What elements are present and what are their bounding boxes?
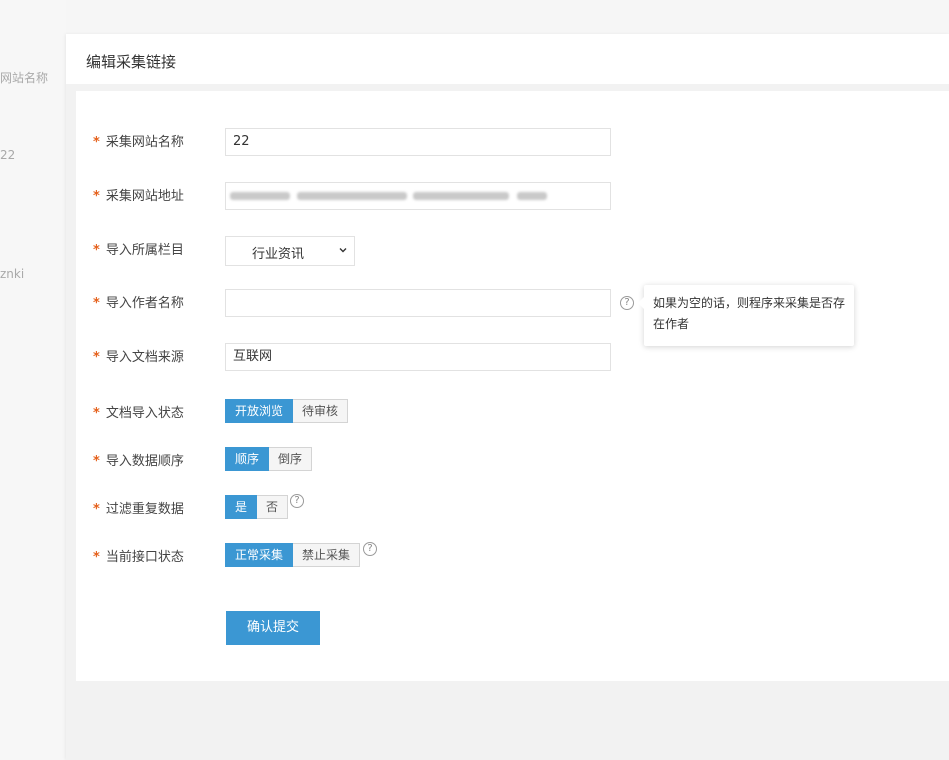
doc-status-open-button[interactable]: 开放浏览 [225, 399, 294, 423]
doc-status-label-text: 文档导入状态 [105, 406, 184, 421]
source-label-text: 导入文档来源 [105, 350, 184, 365]
source-label: * 导入文档来源 [93, 346, 184, 365]
help-icon[interactable]: ? [290, 494, 304, 508]
edit-form: * 采集网站名称 22 * 采集网站地址 * 导入所属栏目 行业资讯 * 导入作… [76, 91, 949, 681]
order-label-text: 导入数据顺序 [105, 454, 184, 469]
panel-title: 编辑采集链接 [86, 53, 177, 71]
required-mark: * [93, 189, 100, 204]
background-page: 网站名称 22 znki [0, 0, 66, 760]
required-mark: * [93, 350, 100, 365]
required-mark: * [93, 296, 100, 311]
chevron-down-icon [339, 248, 347, 253]
dedupe-label: * 过滤重复数据 [93, 498, 184, 517]
site-name-label: * 采集网站名称 [93, 131, 184, 150]
site-url-label-text: 采集网站地址 [105, 189, 184, 204]
category-select[interactable]: 行业资讯 [225, 236, 355, 266]
dedupe-toggle: 是 否 [225, 495, 289, 519]
order-asc-button[interactable]: 顺序 [225, 447, 270, 471]
doc-status-toggle: 开放浏览 待审核 [225, 399, 349, 423]
dedupe-label-text: 过滤重复数据 [105, 502, 184, 517]
author-input[interactable] [225, 289, 611, 317]
site-url-label: * 采集网站地址 [93, 185, 184, 204]
site-name-input[interactable]: 22 [225, 128, 611, 156]
panel-header: 编辑采集链接 [66, 34, 949, 84]
api-status-label-text: 当前接口状态 [105, 550, 184, 565]
required-mark: * [93, 502, 100, 517]
api-status-normal-button[interactable]: 正常采集 [225, 543, 294, 567]
doc-status-label: * 文档导入状态 [93, 402, 184, 421]
order-desc-button[interactable]: 倒序 [269, 447, 313, 471]
blurred-url [225, 182, 611, 210]
background-text: 22 [0, 148, 16, 162]
required-mark: * [93, 243, 100, 258]
api-status-label: * 当前接口状态 [93, 546, 184, 565]
site-name-label-text: 采集网站名称 [105, 135, 184, 150]
category-selected-value: 行业资讯 [252, 247, 305, 262]
api-status-disabled-button[interactable]: 禁止采集 [293, 543, 361, 567]
help-icon[interactable]: ? [363, 542, 377, 556]
author-help-tooltip: 如果为空的话，则程序来采集是否存在作者 [638, 285, 854, 346]
required-mark: * [93, 550, 100, 565]
background-text: 网站名称 [0, 71, 49, 85]
api-status-toggle: 正常采集 禁止采集 [225, 543, 361, 567]
submit-button[interactable]: 确认提交 [226, 611, 320, 645]
doc-status-pending-button[interactable]: 待审核 [293, 399, 349, 423]
category-label-text: 导入所属栏目 [105, 243, 184, 258]
tooltip-text: 如果为空的话，则程序来采集是否存在作者 [653, 296, 846, 331]
order-label: * 导入数据顺序 [93, 450, 184, 469]
dedupe-yes-button[interactable]: 是 [225, 495, 258, 519]
required-mark: * [93, 406, 100, 421]
category-label: * 导入所属栏目 [93, 239, 184, 258]
source-input[interactable]: 互联网 [225, 343, 611, 371]
help-icon[interactable]: ? [620, 296, 634, 310]
order-toggle: 顺序 倒序 [225, 447, 313, 471]
author-label-text: 导入作者名称 [105, 296, 184, 311]
required-mark: * [93, 135, 100, 150]
required-mark: * [93, 454, 100, 469]
background-text: znki [0, 267, 25, 281]
dedupe-no-button[interactable]: 否 [257, 495, 289, 519]
edit-panel: 编辑采集链接 * 采集网站名称 22 * 采集网站地址 * 导入所属栏目 行业资讯 [66, 34, 949, 760]
author-label: * 导入作者名称 [93, 292, 184, 311]
